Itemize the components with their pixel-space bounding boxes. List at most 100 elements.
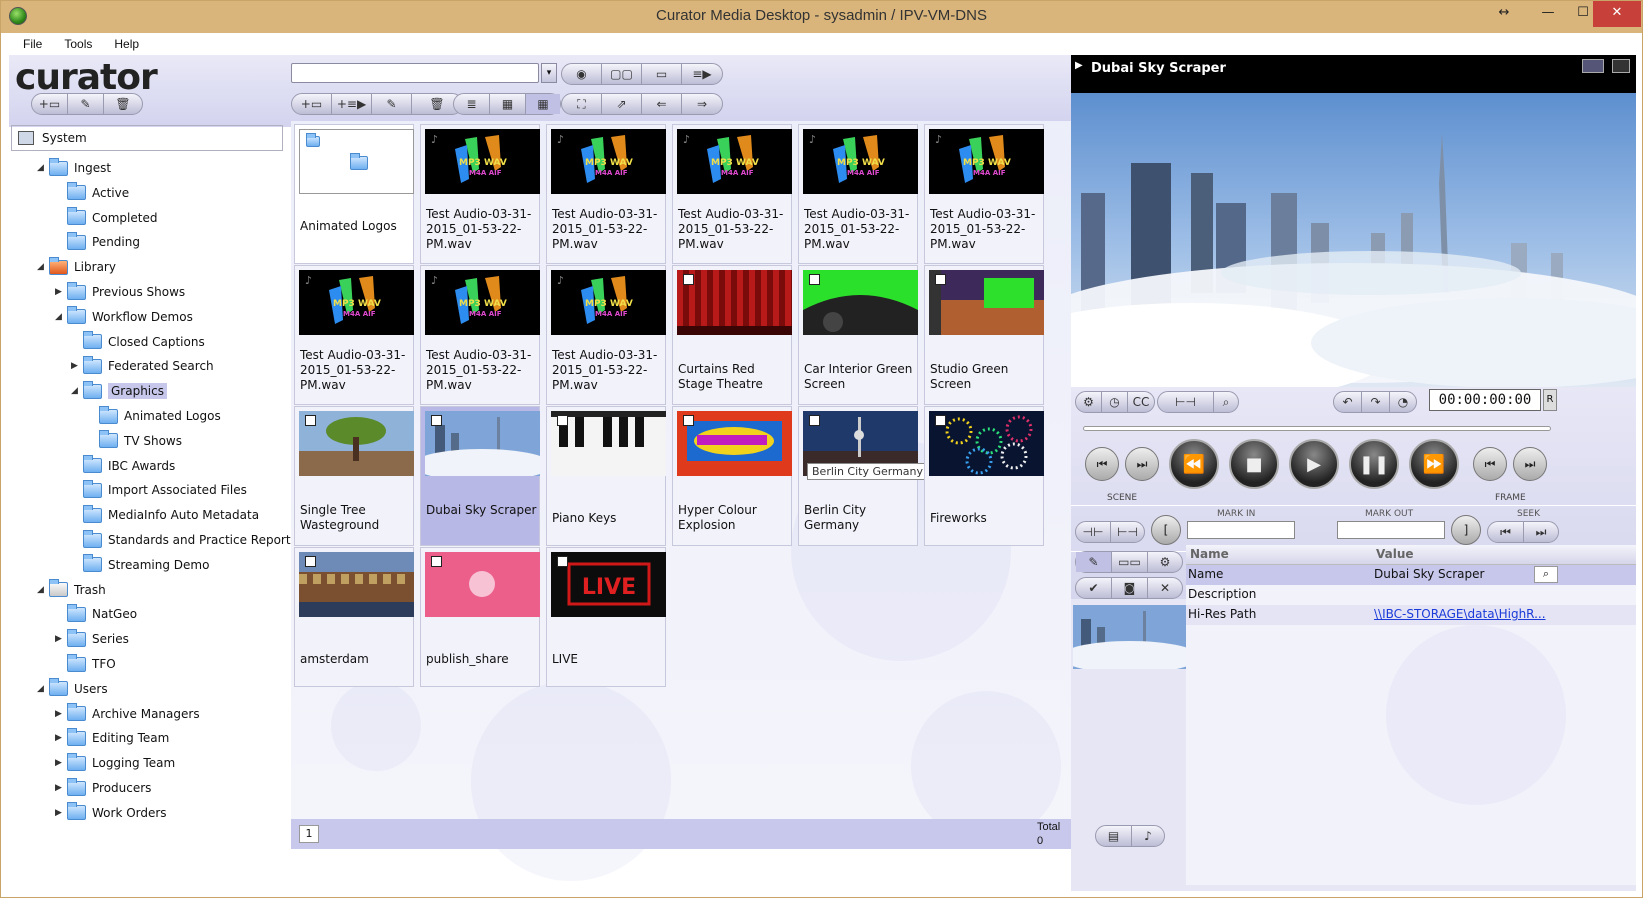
asset-card[interactable]: MP3 WAV M4A AIF ♪ Test Audio-03-31-2015_0… xyxy=(798,124,918,264)
timecode-toggle[interactable]: R xyxy=(1543,389,1557,411)
mark-out-button[interactable]: ] xyxy=(1451,515,1481,545)
tree-node[interactable]: Streaming Demo xyxy=(71,554,209,576)
prev-scene-button[interactable]: ⏮ xyxy=(1085,447,1119,481)
related-tab[interactable]: ⚙ xyxy=(1148,552,1182,572)
menu-help[interactable]: Help xyxy=(100,33,147,51)
asset-card[interactable]: Single Tree Wasteground xyxy=(294,406,414,546)
asset-card[interactable]: publish_share xyxy=(420,547,540,687)
approve-button[interactable]: ✔ xyxy=(1076,578,1112,598)
collapsed-arrow-icon[interactable]: ▶ xyxy=(55,709,65,719)
tree-node[interactable]: TV Shows xyxy=(87,430,182,452)
property-value[interactable]: Dubai Sky Scraper xyxy=(1374,567,1484,581)
asset-card[interactable]: Studio Green Screen xyxy=(924,265,1044,405)
collapsed-arrow-icon[interactable]: ▶ xyxy=(71,361,81,371)
delete-folder-button[interactable]: 🗑 xyxy=(104,94,142,114)
tree-node[interactable]: ▶ Series xyxy=(55,628,129,650)
property-row-hires-path[interactable]: Hi-Res Path \\IBC-STORAGE\data\HighR... xyxy=(1186,605,1636,625)
music-view-button[interactable]: ♪ xyxy=(1132,826,1164,846)
asset-card[interactable]: Car Interior Green Screen xyxy=(798,265,918,405)
asset-card[interactable]: MP3 WAV M4A AIF ♪ Test Audio-03-31-2015_0… xyxy=(420,124,540,264)
filmstrip-tab[interactable]: ▭▭ xyxy=(1112,552,1148,572)
play-list-button[interactable]: ≡▶ xyxy=(682,64,722,84)
asset-card[interactable]: Berlin City Germany Berlin City Germany xyxy=(798,406,929,546)
tree-node[interactable]: ◢ Trash xyxy=(37,579,106,601)
search-input[interactable] xyxy=(291,63,539,83)
asset-card[interactable]: Piano Keys xyxy=(546,406,666,546)
tree-node[interactable]: ▶ Previous Shows xyxy=(55,281,185,303)
frame-view-button[interactable]: ▭ xyxy=(642,64,682,84)
tree-node[interactable]: Animated Logos xyxy=(87,405,221,427)
property-row-description[interactable]: Description xyxy=(1186,585,1636,605)
tree-node[interactable]: ▶ Editing Team xyxy=(55,727,169,749)
mark-in-field[interactable] xyxy=(1187,521,1295,539)
timecode-display[interactable]: 00:00:00:00 xyxy=(1429,389,1541,411)
collapsed-arrow-icon[interactable]: ▶ xyxy=(55,783,65,793)
mark-out-field[interactable] xyxy=(1337,521,1445,539)
expanded-arrow-icon[interactable]: ◢ xyxy=(37,684,47,694)
title-bar[interactable]: Curator Media Desktop - sysadmin / IPV-V… xyxy=(1,1,1642,33)
panel-toggle-icon[interactable] xyxy=(1612,59,1630,73)
menu-file[interactable]: File xyxy=(9,33,50,51)
asset-card[interactable]: Dubai Sky Scraper xyxy=(420,406,540,546)
tree-node[interactable]: Standards and Practice Reports xyxy=(71,529,297,551)
menu-tools[interactable]: Tools xyxy=(50,33,100,51)
seek-forward-button[interactable]: ⏭ xyxy=(1524,522,1558,542)
import-button[interactable]: ⇐ xyxy=(642,94,682,114)
asset-card[interactable]: amsterdam xyxy=(294,547,414,687)
search-icon[interactable]: ⌕ xyxy=(1534,566,1558,583)
range-button[interactable]: ⊢⊣ xyxy=(1158,392,1214,412)
export-button[interactable]: ⇗ xyxy=(602,94,642,114)
snapshot-button[interactable]: ◙ xyxy=(1112,578,1148,598)
popout-icon[interactable] xyxy=(1582,59,1604,73)
tree-node[interactable]: ▶ Producers xyxy=(55,777,151,799)
name-column-header[interactable]: Name xyxy=(1190,547,1229,561)
tape-view-button[interactable]: ▢▢ xyxy=(602,64,642,84)
add-asset-button[interactable]: +▭ xyxy=(292,94,332,114)
tree-node[interactable]: Closed Captions xyxy=(71,331,205,353)
tree-node[interactable]: IBC Awards xyxy=(71,455,175,477)
metadata-tab[interactable]: ✎ xyxy=(1076,552,1112,572)
rotate-left-button[interactable]: ↶ xyxy=(1334,392,1362,412)
binoculars-button[interactable]: ⛶ xyxy=(562,94,602,114)
play-button[interactable]: ▶ xyxy=(1289,439,1339,489)
asset-preview-thumbnail[interactable] xyxy=(1073,605,1187,669)
preview-eye-button[interactable]: ◉ xyxy=(562,64,602,84)
tree-node[interactable]: Pending xyxy=(55,231,140,253)
page-number[interactable]: 1 xyxy=(299,825,319,843)
tree-node[interactable]: Completed xyxy=(55,207,157,229)
grid-view-button[interactable]: ▦ xyxy=(526,94,560,114)
tree-node[interactable]: ▶ Archive Managers xyxy=(55,703,200,725)
tree-root-system[interactable]: System xyxy=(11,125,283,151)
send-button[interactable]: ⇒ xyxy=(682,94,722,114)
expanded-arrow-icon[interactable]: ◢ xyxy=(55,312,65,322)
tree-node[interactable]: Import Associated Files xyxy=(71,479,247,501)
stop-button[interactable]: ■ xyxy=(1229,439,1279,489)
tree-node[interactable]: ◢ Workflow Demos xyxy=(55,306,193,328)
minimize-button[interactable]: — xyxy=(1528,1,1568,27)
detail-view-button[interactable]: ▦ xyxy=(490,94,526,114)
tree-node[interactable]: ◢ Library xyxy=(37,256,116,278)
asset-card[interactable]: MP3 WAV M4A AIF ♪ Test Audio-03-31-2015_0… xyxy=(420,265,540,405)
rewind-button[interactable]: ⏪ xyxy=(1169,439,1219,489)
set-in-button[interactable]: ⊣⊢ xyxy=(1076,522,1111,542)
search-dropdown-icon[interactable]: ▾ xyxy=(541,63,557,83)
asset-card[interactable]: Animated Logos xyxy=(294,124,414,264)
asset-card[interactable]: MP3 WAV M4A AIF ♪ Test Audio-03-31-2015_0… xyxy=(924,124,1044,264)
settings-gear-button[interactable]: ⚙ xyxy=(1076,392,1102,412)
tree-node[interactable]: ◢ Graphics xyxy=(71,380,167,402)
notes-view-button[interactable]: ▤ xyxy=(1096,826,1132,846)
fast-forward-button[interactable]: ⏩ xyxy=(1409,439,1459,489)
collapsed-arrow-icon[interactable]: ▶ xyxy=(55,287,65,297)
tree-node[interactable]: ▶ Work Orders xyxy=(55,802,167,824)
asset-card[interactable]: MP3 WAV M4A AIF ♪ Test Audio-03-31-2015_0… xyxy=(546,124,666,264)
expanded-arrow-icon[interactable]: ◢ xyxy=(37,585,47,595)
tree-node[interactable]: ◢ Ingest xyxy=(37,157,111,179)
tree-node[interactable]: ▶ Logging Team xyxy=(55,752,175,774)
tree-node[interactable]: TFO xyxy=(55,653,116,675)
value-column-header[interactable]: Value xyxy=(1376,547,1414,561)
tree-node[interactable]: Active xyxy=(55,182,129,204)
seek-back-button[interactable]: ⏮ xyxy=(1488,522,1524,542)
asset-card[interactable]: LIVE LIVE xyxy=(546,547,666,687)
asset-card[interactable]: Fireworks xyxy=(924,406,1044,546)
asset-card[interactable]: MP3 WAV M4A AIF ♪ Test Audio-03-31-2015_0… xyxy=(546,265,666,405)
